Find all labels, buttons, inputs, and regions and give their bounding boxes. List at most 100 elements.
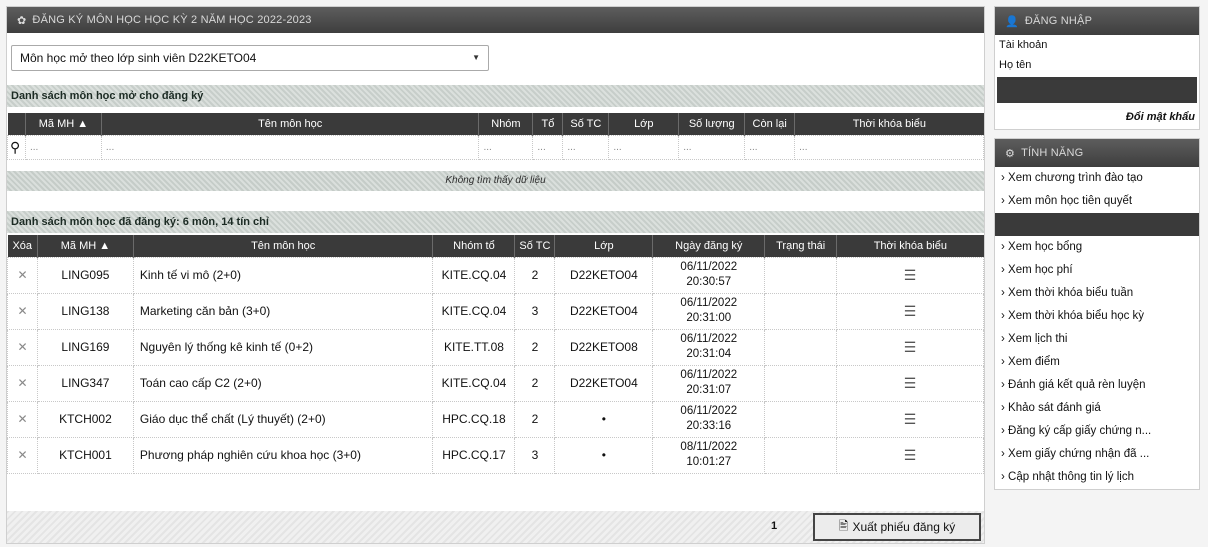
export-registration-button[interactable]: 🖹 Xuất phiếu đăng ký xyxy=(813,513,981,541)
login-box: 👤 ĐĂNG NHẬP Tài khoản Họ tên Đổi mật khẩ… xyxy=(994,6,1200,130)
feature-label: Xem giấy chứng nhận đã ... xyxy=(1008,448,1150,460)
col-group[interactable]: Nhóm xyxy=(478,113,534,135)
registered-courses-heading: Danh sách môn học đã đăng ký: 6 môn, 14 … xyxy=(7,211,984,233)
course-name: Nguyên lý thống kê kinh tế (0+2) xyxy=(132,328,434,366)
search-icon: ⚲ xyxy=(7,134,26,160)
col-class[interactable]: Lớp xyxy=(608,113,680,135)
col-group[interactable]: Nhóm tổ xyxy=(432,235,516,257)
feature-item[interactable]: › Xem chương trình đào tạo xyxy=(995,167,1199,190)
registration-header: ✿ ĐĂNG KÝ MÔN HỌC HỌC KỲ 2 NĂM HỌC 2022-… xyxy=(7,7,984,33)
date-day: 06/11/2022 xyxy=(680,333,738,345)
course-class: • xyxy=(554,436,654,474)
table-row: ✕ KTCH001 Phương pháp nghiên cứu khoa họ… xyxy=(7,436,984,474)
col-team[interactable]: Tổ xyxy=(532,113,564,135)
schedule-list-icon[interactable]: ☰ xyxy=(836,436,984,474)
col-quantity[interactable]: Số lượng xyxy=(678,113,746,135)
course-credits: 2 xyxy=(514,328,556,366)
filter-remaining-input[interactable]: ... xyxy=(744,134,796,160)
feature-item[interactable]: › Xem học phí xyxy=(995,259,1199,282)
sidebar: 👤 ĐĂNG NHẬP Tài khoản Họ tên Đổi mật khẩ… xyxy=(994,6,1200,498)
delete-icon[interactable]: ✕ xyxy=(7,436,38,474)
col-code[interactable]: Mã MH ▲ xyxy=(25,113,102,135)
course-name: Kinh tế vi mô (2+0) xyxy=(132,256,434,294)
course-status xyxy=(764,436,838,474)
feature-item[interactable]: › Khảo sát đánh giá xyxy=(995,397,1199,420)
feature-item[interactable]: › Xem học bổng xyxy=(995,236,1199,259)
schedule-list-icon[interactable]: ☰ xyxy=(836,256,984,294)
col-delete: Xóa xyxy=(7,235,38,257)
feature-item[interactable]: › Đăng ký cấp giấy chứng n... xyxy=(995,420,1199,443)
filter-schedule-input[interactable]: ... xyxy=(794,134,984,160)
filter-credits-input[interactable]: ... xyxy=(562,134,610,160)
features-header: ⚙ TÍNH NĂNG xyxy=(995,139,1199,167)
feature-label: Xem lịch thi xyxy=(1008,333,1068,345)
schedule-list-icon[interactable]: ☰ xyxy=(836,364,984,402)
delete-icon[interactable]: ✕ xyxy=(7,364,38,402)
filter-group-input[interactable]: ... xyxy=(478,134,534,160)
feature-label: Xem thời khóa biểu học kỳ xyxy=(1008,310,1145,322)
col-date[interactable]: Ngày đăng ký xyxy=(652,235,766,257)
feature-item[interactable]: › Cập nhật thông tin lý lịch xyxy=(995,466,1199,489)
col-name[interactable]: Tên môn học xyxy=(133,235,434,257)
table-row: ✕ KTCH002 Giáo dục thể chất (Lý thuyết) … xyxy=(7,400,984,438)
registration-date: 06/11/2022 20:31:07 xyxy=(652,364,766,402)
course-name: Giáo dục thể chất (Lý thuyết) (2+0) xyxy=(132,400,434,438)
col-credits[interactable]: Số TC xyxy=(562,113,610,135)
login-title: ĐĂNG NHẬP xyxy=(1024,15,1093,27)
course-status xyxy=(764,292,838,330)
col-credits[interactable]: Số TC xyxy=(514,235,556,257)
delete-icon[interactable]: ✕ xyxy=(7,328,38,366)
feature-label: Xem học phí xyxy=(1008,264,1073,276)
course-code: LING169 xyxy=(36,328,134,366)
delete-icon[interactable]: ✕ xyxy=(7,256,38,294)
feature-item-selected[interactable] xyxy=(995,213,1199,236)
table-row: ✕ LING347 Toán cao cấp C2 (2+0) KITE.CQ.… xyxy=(7,364,984,402)
class-filter-select[interactable]: Môn học mở theo lớp sinh viên D22KETO04 … xyxy=(11,45,489,71)
gear-icon: ✿ xyxy=(17,14,27,27)
col-schedule[interactable]: Thời khóa biểu xyxy=(794,113,984,135)
feature-label: Xem môn học tiên quyết xyxy=(1008,195,1133,207)
table-footer: 1 🖹 Xuất phiếu đăng ký xyxy=(7,511,984,543)
course-credits: 2 xyxy=(514,400,556,438)
feature-item[interactable]: › Xem thời khóa biểu tuần xyxy=(995,282,1199,305)
col-schedule[interactable]: Thời khóa biểu xyxy=(836,235,984,257)
change-password-link[interactable]: Đổi mật khẩu xyxy=(995,105,1199,129)
date-time: 10:01:27 xyxy=(686,456,732,468)
schedule-list-icon[interactable]: ☰ xyxy=(836,400,984,438)
course-group: KITE.CQ.04 xyxy=(432,292,516,330)
course-credits: 3 xyxy=(514,292,556,330)
filter-class-input[interactable]: ... xyxy=(608,134,680,160)
col-status[interactable]: Trạng thái xyxy=(764,235,838,257)
filter-team-input[interactable]: ... xyxy=(532,134,564,160)
course-code: LING138 xyxy=(36,292,134,330)
col-class[interactable]: Lớp xyxy=(554,235,654,257)
col-name[interactable]: Tên môn học xyxy=(101,113,480,135)
filter-quantity-input[interactable]: ... xyxy=(678,134,746,160)
registered-courses-table: Xóa Mã MH ▲ Tên môn học Nhóm tổ Số TC Lớ… xyxy=(7,235,984,474)
feature-item[interactable]: › Xem lịch thi xyxy=(995,328,1199,351)
feature-item[interactable]: › Xem môn học tiên quyết xyxy=(995,190,1199,213)
feature-item[interactable]: › Xem giấy chứng nhận đã ... xyxy=(995,443,1199,466)
feature-item[interactable]: › Xem điểm xyxy=(995,351,1199,374)
user-info-bar xyxy=(997,77,1197,103)
delete-icon[interactable]: ✕ xyxy=(7,292,38,330)
feature-label: Cập nhật thông tin lý lịch xyxy=(1008,471,1134,483)
filter-name-input[interactable]: ... xyxy=(100,134,480,160)
feature-item[interactable]: › Đánh giá kết quả rèn luyện xyxy=(995,374,1199,397)
page-number[interactable]: 1 xyxy=(771,520,777,532)
filter-code-input[interactable]: ... xyxy=(24,134,102,160)
filter-row: ⚲ ... ... ... ... ... ... ... ... ... xyxy=(7,134,984,160)
col-code[interactable]: Mã MH ▲ xyxy=(37,235,134,257)
registration-panel: ✿ ĐĂNG KÝ MÔN HỌC HỌC KỲ 2 NĂM HỌC 2022-… xyxy=(6,6,985,544)
user-icon: 👤 xyxy=(1005,15,1019,28)
schedule-list-icon[interactable]: ☰ xyxy=(836,292,984,330)
course-name: Phương pháp nghiên cứu khoa học (3+0) xyxy=(132,436,434,474)
feature-item[interactable]: › Xem thời khóa biểu học kỳ xyxy=(995,305,1199,328)
feature-label: Khảo sát đánh giá xyxy=(1008,402,1101,414)
name-label: Họ tên xyxy=(999,59,1032,71)
schedule-list-icon[interactable]: ☰ xyxy=(836,328,984,366)
table-row: ✕ LING169 Nguyên lý thống kê kinh tế (0+… xyxy=(7,328,984,366)
col-remaining[interactable]: Còn lại xyxy=(744,113,796,135)
date-time: 20:31:07 xyxy=(686,384,732,396)
delete-icon[interactable]: ✕ xyxy=(7,400,38,438)
